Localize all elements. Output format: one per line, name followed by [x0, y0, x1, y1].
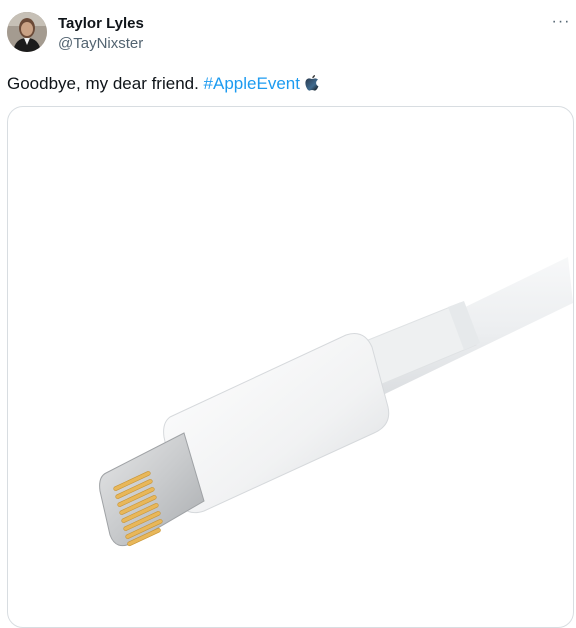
lightning-cable-icon — [99, 257, 573, 547]
tweet: Taylor Lyles @TayNixster ··· Goodbye, my… — [0, 0, 576, 628]
author-name[interactable]: Taylor Lyles — [58, 15, 144, 32]
apple-logo-icon[interactable] — [304, 74, 320, 98]
more-options-button[interactable]: ··· — [548, 12, 574, 32]
tweet-text: Goodbye, my dear friend. #AppleEvent — [7, 73, 320, 98]
hashtag-link[interactable]: #AppleEvent — [204, 74, 300, 93]
person-avatar-icon — [7, 12, 47, 52]
author-handle[interactable]: @TayNixster — [58, 35, 143, 52]
tweet-media-image[interactable] — [7, 106, 574, 628]
tweet-text-plain: Goodbye, my dear friend. — [7, 74, 204, 93]
avatar[interactable] — [7, 12, 47, 52]
